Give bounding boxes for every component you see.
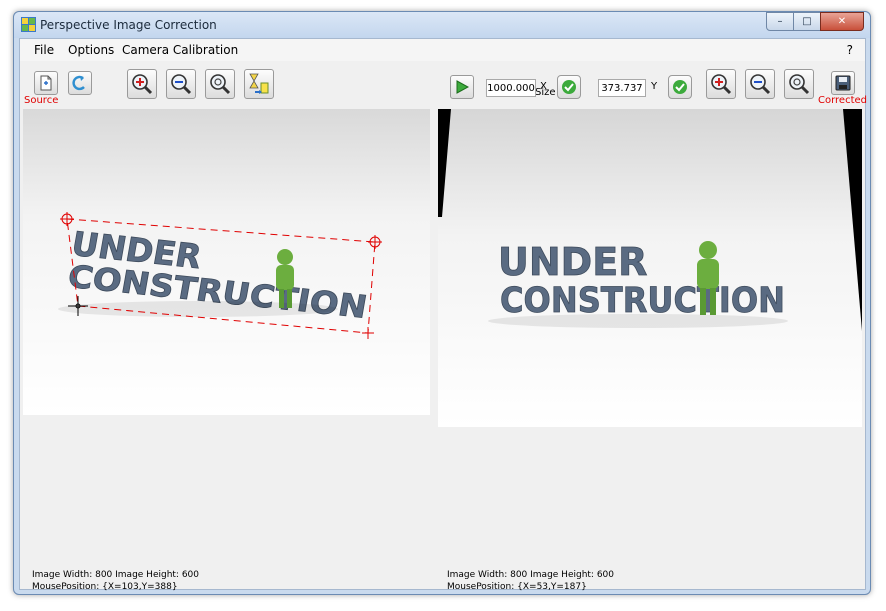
open-source-button[interactable] [34, 71, 58, 95]
width-input[interactable]: 1000.000 [486, 79, 536, 97]
window-title: Perspective Image Correction [40, 18, 217, 32]
zoom-out-icon [750, 74, 771, 95]
minimize-button[interactable]: – [766, 12, 794, 31]
corrected-image-panel[interactable]: UNDER CONSTRUCTION [438, 109, 862, 427]
rotate-icon [72, 75, 85, 91]
corrected-zoom-fit-button[interactable] [784, 69, 814, 99]
source-mouse-position: MousePosition: {X=103,Y=388} [32, 582, 178, 592]
zoom-out-icon [171, 74, 192, 95]
corrected-sign-line1: UNDER [498, 240, 647, 284]
transform-icon [249, 73, 269, 94]
zoom-in-icon [711, 74, 732, 95]
play-icon [456, 80, 469, 94]
corrected-status: Image Width: 800 Image Height: 600 Mouse… [447, 569, 614, 593]
rotate-button[interactable] [68, 71, 92, 95]
corrected-zoom-out-button[interactable] [745, 69, 775, 99]
source-status: Image Width: 800 Image Height: 600 Mouse… [32, 569, 199, 593]
app-icon [21, 17, 36, 32]
source-zoom-fit-button[interactable] [205, 69, 235, 99]
source-label: Source [24, 95, 59, 106]
zoom-fit-icon [210, 74, 231, 95]
corrected-image-size: Image Width: 800 Image Height: 600 [447, 570, 614, 580]
new-document-icon [40, 75, 52, 91]
menu-options[interactable]: Options [68, 43, 114, 57]
save-icon [835, 75, 851, 91]
close-button[interactable]: ✕ [820, 12, 864, 31]
zoom-in-icon [132, 74, 153, 95]
source-zoom-out-button[interactable] [166, 69, 196, 99]
corrected-label: Corrected [818, 95, 867, 106]
transform-button[interactable] [244, 69, 274, 99]
source-image-panel[interactable]: UNDER CONSTRUCTION [23, 109, 430, 415]
apply-height-button[interactable] [668, 75, 692, 99]
save-button[interactable] [831, 71, 855, 95]
source-zoom-in-button[interactable] [127, 69, 157, 99]
run-correction-button[interactable] [450, 75, 474, 99]
apply-width-button[interactable] [557, 75, 581, 99]
menu-camera-calibration[interactable]: Camera Calibration [122, 43, 238, 57]
corrected-mouse-position: MousePosition: {X=53,Y=187} [447, 582, 587, 592]
toolbar: Source Size 1000.000 X 373.737 Y Correct… [20, 61, 867, 109]
corrected-zoom-in-button[interactable] [706, 69, 736, 99]
height-input[interactable]: 373.737 [598, 79, 646, 97]
y-axis-label: Y [651, 81, 658, 92]
menu-help[interactable]: ? [847, 43, 853, 57]
menu-bar: File Options Camera Calibration ? [20, 39, 865, 61]
caption-buttons: – □ ✕ [766, 12, 864, 31]
client-area: File Options Camera Calibration ? Source… [19, 38, 867, 593]
menu-file[interactable]: File [34, 43, 54, 57]
main-window: Perspective Image Correction – □ ✕ File … [13, 11, 871, 595]
check-icon [673, 80, 687, 94]
title-bar[interactable]: Perspective Image Correction – □ ✕ [14, 12, 870, 38]
zoom-fit-icon [789, 74, 810, 95]
x-axis-label: X [540, 81, 547, 92]
corrected-image: UNDER CONSTRUCTION [438, 109, 862, 427]
source-image: UNDER CONSTRUCTION [23, 109, 430, 415]
check-icon [562, 80, 576, 94]
source-image-size: Image Width: 800 Image Height: 600 [32, 570, 199, 580]
maximize-button[interactable]: □ [793, 12, 821, 31]
